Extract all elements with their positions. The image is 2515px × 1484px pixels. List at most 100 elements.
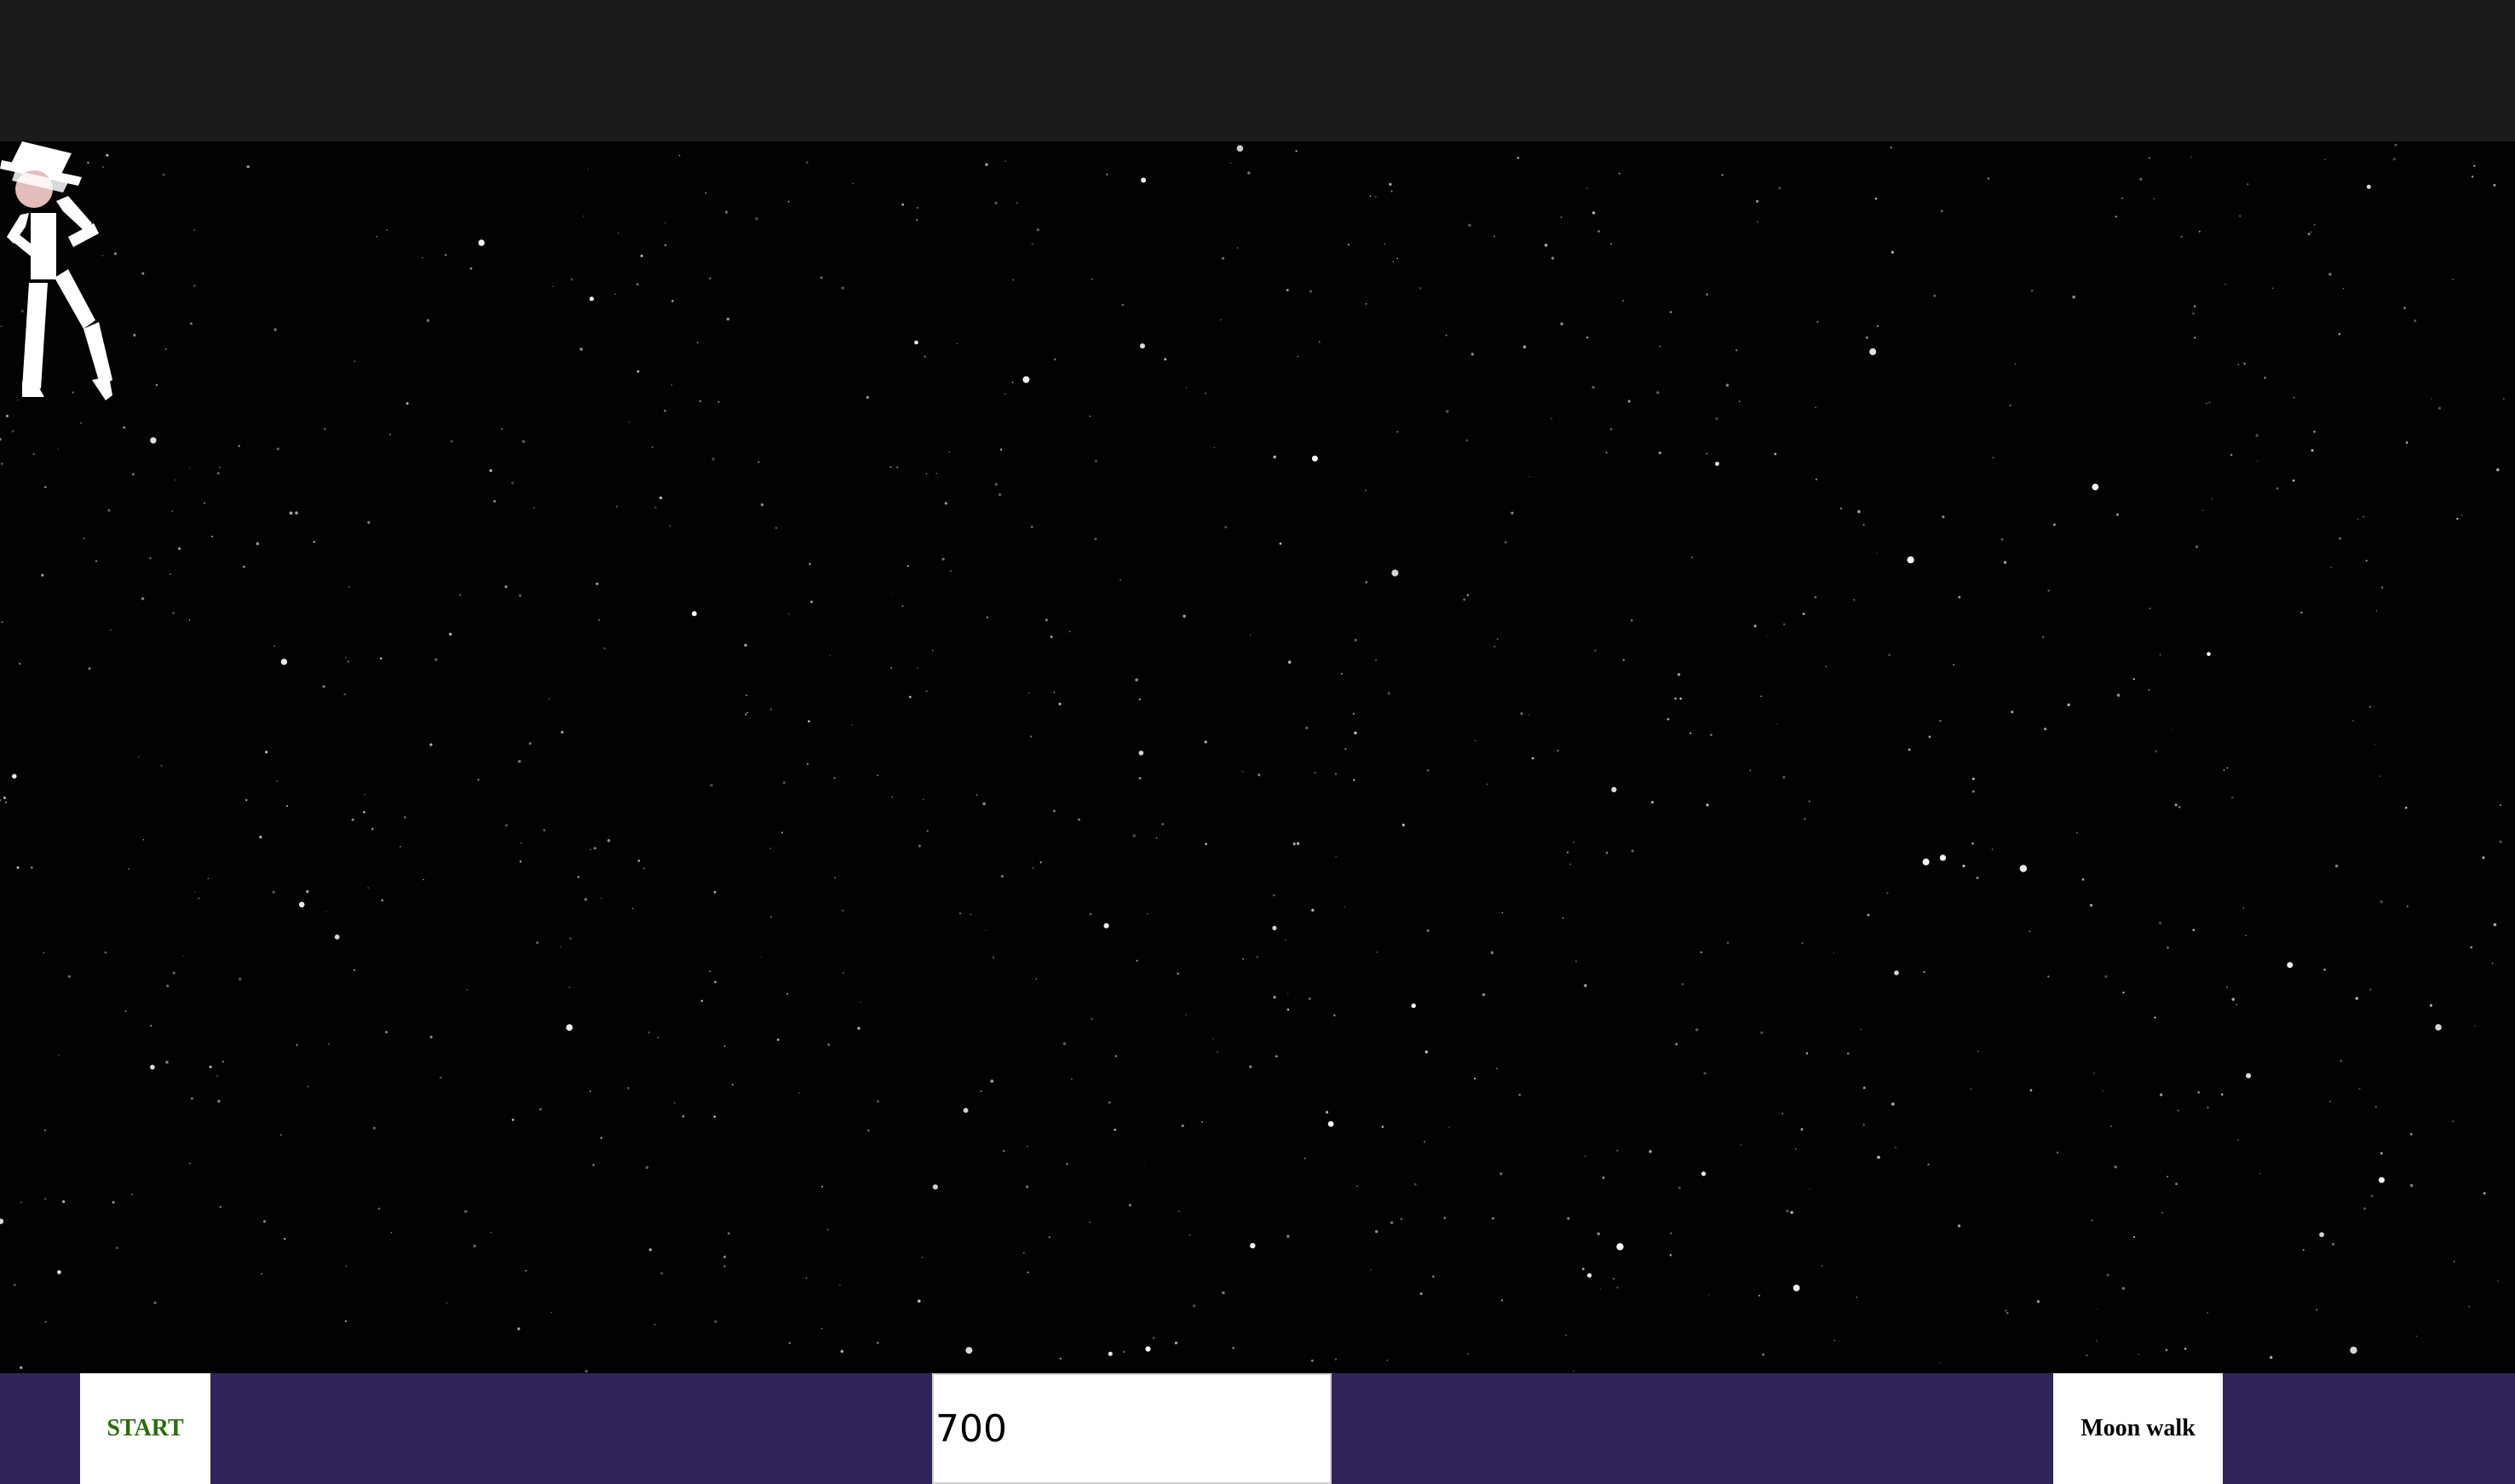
star (386, 229, 388, 231)
star (435, 658, 438, 661)
star (1089, 415, 1091, 417)
star (596, 582, 599, 585)
star (406, 402, 409, 406)
star (1285, 939, 1286, 941)
star (1976, 876, 1979, 880)
star (834, 877, 836, 879)
star (6, 414, 9, 417)
star (2208, 401, 2211, 404)
star (2342, 288, 2345, 290)
star (1786, 1209, 1789, 1213)
star (1760, 695, 1762, 698)
star (95, 560, 97, 562)
star (705, 192, 707, 194)
star (1650, 801, 1655, 804)
star (1123, 1350, 1125, 1354)
star (2335, 864, 2339, 868)
star (709, 277, 711, 279)
star (780, 831, 784, 834)
star (833, 777, 836, 779)
star (1392, 261, 1394, 262)
star (2086, 1355, 2088, 1356)
star (2381, 586, 2384, 589)
star (744, 643, 747, 647)
speed-input[interactable] (932, 1373, 1332, 1484)
star (477, 779, 480, 781)
star (648, 1248, 652, 1251)
star (1670, 1232, 1672, 1234)
star (1522, 345, 1527, 348)
star (1544, 244, 1548, 247)
star (1446, 410, 1449, 413)
star (2374, 1106, 2377, 1108)
star (2193, 305, 2196, 308)
star (1258, 774, 1261, 777)
star (1814, 595, 1817, 599)
star (709, 970, 711, 973)
star (727, 1232, 730, 1235)
star (631, 907, 634, 910)
moonwalk-button[interactable]: Moon walk (2053, 1373, 2223, 1484)
star (1356, 1185, 1358, 1188)
start-button[interactable]: START (80, 1373, 210, 1484)
star (1353, 779, 1355, 781)
star (647, 1031, 651, 1034)
star (528, 742, 532, 745)
star (1050, 636, 1053, 638)
star (1256, 956, 1259, 958)
star (1390, 190, 1393, 193)
star (2366, 184, 2371, 189)
star (1940, 210, 1943, 213)
star (890, 667, 893, 669)
star (1229, 162, 1232, 164)
star (2311, 449, 2314, 452)
star (2231, 998, 2235, 1001)
star (473, 1244, 476, 1248)
star (0, 438, 2, 441)
star (2047, 975, 2050, 978)
star (1795, 1148, 1797, 1150)
star (1605, 452, 1608, 454)
star (449, 632, 452, 636)
star (1499, 1172, 1503, 1176)
star (566, 1024, 573, 1031)
star (2110, 1125, 2113, 1128)
star (2178, 1109, 2180, 1112)
star (1493, 235, 1496, 238)
star (1390, 1221, 1394, 1224)
star (908, 695, 912, 699)
star (1701, 1171, 1706, 1176)
star (505, 824, 508, 827)
star (809, 562, 811, 566)
star (1569, 863, 1572, 866)
star (2190, 156, 2193, 158)
star (2406, 906, 2409, 907)
star (1022, 376, 1030, 383)
star (1586, 336, 1589, 339)
star (932, 650, 934, 652)
star (1846, 1052, 1850, 1055)
star (2362, 516, 2364, 518)
star (399, 845, 401, 848)
star (353, 969, 356, 971)
star (1344, 906, 1346, 908)
star (1221, 256, 1225, 260)
star (12, 774, 17, 779)
star (1286, 1008, 1290, 1011)
star (170, 573, 171, 575)
star (876, 1342, 879, 1344)
star (2159, 653, 2161, 656)
star (1185, 1014, 1187, 1016)
star (2302, 1249, 2305, 1251)
star (112, 1200, 115, 1204)
star (2287, 962, 2293, 969)
star (1907, 556, 1914, 564)
star (216, 472, 220, 475)
star (948, 451, 951, 453)
star (1490, 951, 1494, 955)
star (2019, 865, 2028, 872)
star (755, 216, 758, 221)
star (2056, 1151, 2058, 1153)
star (636, 370, 640, 373)
star (998, 493, 1002, 497)
